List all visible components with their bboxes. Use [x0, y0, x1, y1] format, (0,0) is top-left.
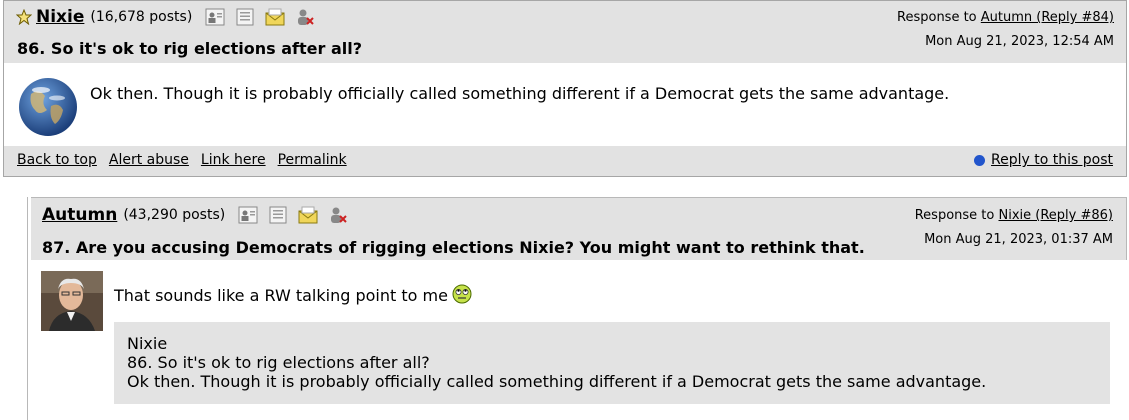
post-subject: 87. Are you accusing Democrats of riggin…: [42, 238, 865, 257]
post-timestamp: Mon Aug 21, 2023, 12:54 AM: [925, 34, 1114, 49]
footer-links: Back to top Alert abuse Link here Permal…: [17, 152, 347, 168]
post-count: (16,678 posts): [90, 9, 193, 25]
post-87: Autumn (43,290 posts) 87. Are you accusi…: [31, 197, 1127, 420]
thread-nesting-line: [27, 197, 28, 420]
post-footer: Back to top Alert abuse Link here Permal…: [4, 146, 1126, 176]
post-header: Nixie (16,678 posts) 86. So it's ok to r…: [4, 1, 1126, 63]
profile-icon[interactable]: [205, 8, 225, 26]
journal-icon[interactable]: [235, 8, 255, 26]
quoted-post: Nixie 86. So it's ok to rig elections af…: [114, 322, 1110, 404]
earth-avatar[interactable]: [17, 76, 79, 138]
journal-icon[interactable]: [268, 206, 288, 224]
author-name[interactable]: Autumn: [42, 205, 117, 225]
reply-to-post[interactable]: Reply to this post: [974, 152, 1113, 168]
author-line: Nixie (16,678 posts): [16, 7, 320, 27]
bullet-dot-icon: [974, 154, 986, 166]
post-body: That sounds like a RW talking point to m…: [114, 284, 472, 305]
post-meta: Response to Nixie (Reply #86) Mon Aug 21…: [915, 204, 1113, 252]
profile-icon[interactable]: [238, 206, 258, 224]
quote-author: Nixie: [127, 334, 168, 353]
response-prefix: Response to: [914, 208, 995, 223]
link-here-link[interactable]: Link here: [201, 152, 266, 168]
post-body-text: That sounds like a RW talking point to m…: [114, 286, 448, 305]
quote-subject: 86. So it's ok to rig elections after al…: [127, 353, 430, 372]
response-link[interactable]: Autumn (Reply #84): [981, 10, 1114, 25]
post-timestamp: Mon Aug 21, 2023, 01:37 AM: [924, 232, 1113, 247]
back-to-top-link[interactable]: Back to top: [17, 152, 97, 168]
reply-link-label[interactable]: Reply to this post: [991, 152, 1113, 168]
send-message-icon[interactable]: [265, 8, 285, 26]
response-line: Response to Nixie (Reply #86): [915, 204, 1113, 228]
author-name[interactable]: Nixie: [36, 7, 84, 27]
response-link[interactable]: Nixie (Reply #86): [999, 208, 1114, 223]
person-photo-avatar[interactable]: [41, 271, 103, 331]
eye-roll-smiley-icon: [452, 284, 472, 304]
response-prefix: Response to: [897, 10, 977, 25]
quote-body: Ok then. Though it is probably officiall…: [127, 372, 987, 391]
post-subject: 86. So it's ok to rig elections after al…: [17, 39, 362, 58]
response-line: Response to Autumn (Reply #84): [897, 6, 1114, 30]
alert-abuse-link[interactable]: Alert abuse: [109, 152, 189, 168]
post-body: Ok then. Though it is probably officiall…: [90, 84, 950, 103]
author-line: Autumn (43,290 posts): [42, 205, 353, 225]
post-count: (43,290 posts): [123, 207, 226, 223]
ignore-user-icon[interactable]: [295, 8, 315, 26]
send-message-icon[interactable]: [298, 206, 318, 224]
post-meta: Response to Autumn (Reply #84) Mon Aug 2…: [897, 6, 1114, 54]
permalink-link[interactable]: Permalink: [278, 152, 347, 168]
post-86: Nixie (16,678 posts) 86. So it's ok to r…: [3, 0, 1127, 177]
star-icon[interactable]: [16, 9, 32, 25]
post-header: Autumn (43,290 posts) 87. Are you accusi…: [31, 197, 1127, 260]
ignore-user-icon[interactable]: [328, 206, 348, 224]
